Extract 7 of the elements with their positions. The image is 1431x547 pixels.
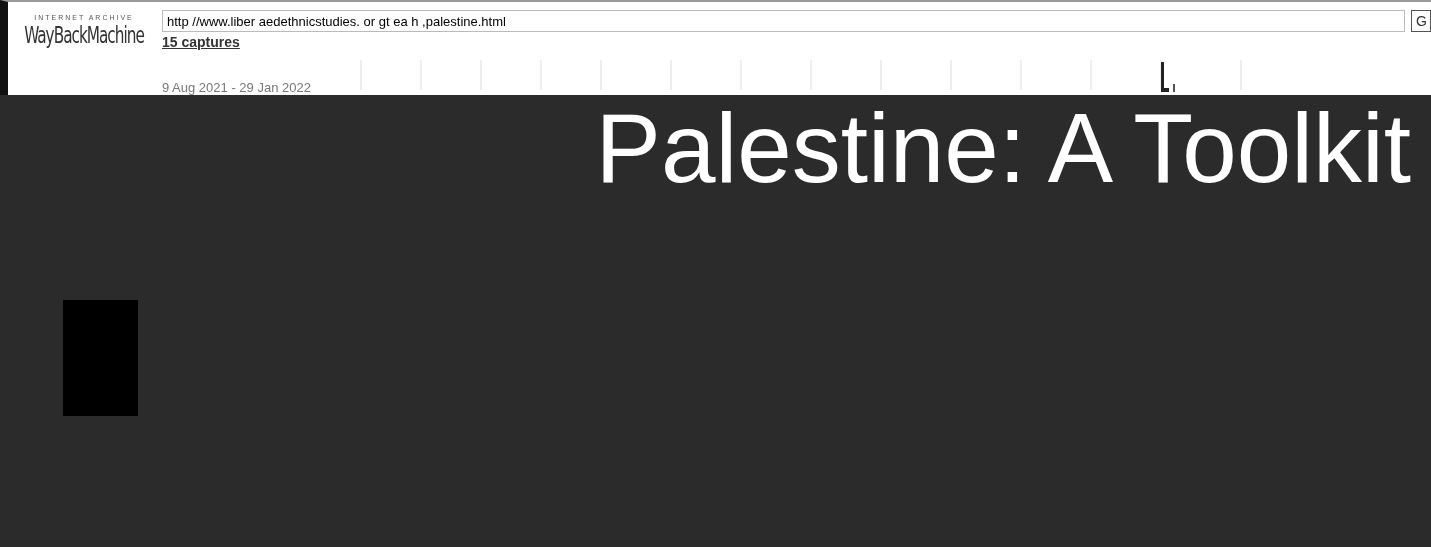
capture-bar[interactable] [1161,62,1169,92]
url-field[interactable]: http //www.liber aedethnicstudies. or gt ea h ,palestine.html [162,10,1405,32]
date-range: 9 Aug 2021 - 29 Jan 2022 [162,80,311,95]
logo[interactable]: WayBackMachine [24,21,144,49]
captures-link[interactable]: 15 captures [162,34,240,50]
go-button[interactable]: G [1411,10,1431,32]
page-title: Palestine: A Toolkit [594,95,1412,197]
